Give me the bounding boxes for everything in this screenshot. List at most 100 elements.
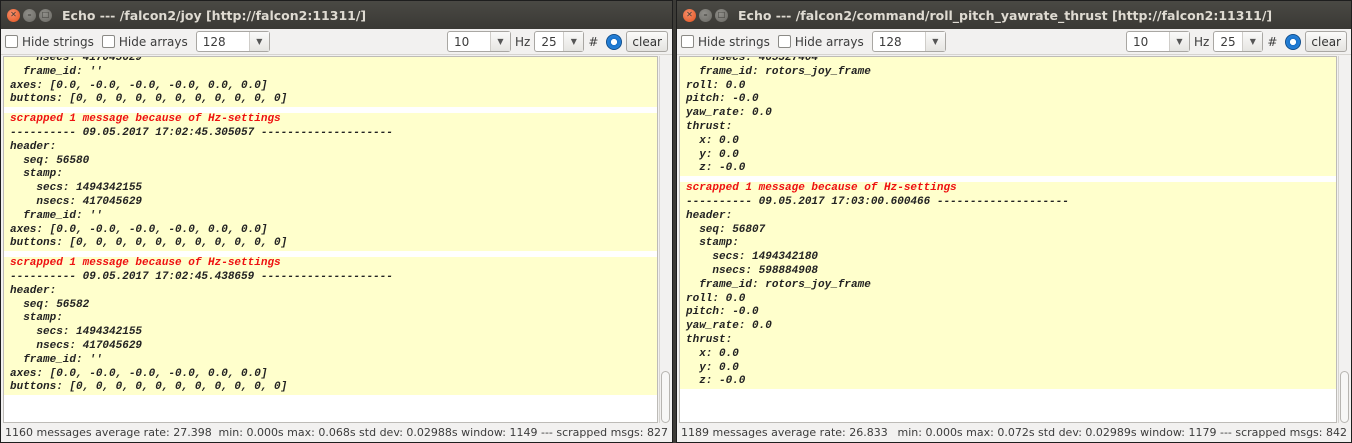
message-line: header: <box>10 284 57 297</box>
message-block: scrapped 1 message because of Hz-setting… <box>680 182 1336 390</box>
scrapped-warning: scrapped 1 message because of Hz-setting… <box>10 257 281 270</box>
scrollbar-thumb[interactable] <box>1340 371 1349 423</box>
message-line: axes: [0.0, -0.0, -0.0, -0.0, 0.0, 0.0] <box>10 79 268 92</box>
scrollbar-thumb[interactable] <box>661 371 670 423</box>
toolbar: Hide strings Hide arrays 128 ▼ 10 ▼ Hz 2… <box>677 29 1351 55</box>
hz-label: Hz <box>515 34 531 49</box>
hash-label: # <box>1267 34 1278 49</box>
window-title: Echo --- /falcon2/command/roll_pitch_yaw… <box>738 7 1273 23</box>
hide-arrays-checkbox[interactable] <box>777 35 791 48</box>
message-line: frame_id: '' <box>10 353 103 366</box>
window-size-combobox[interactable]: 10 ▼ <box>447 31 511 52</box>
message-line: frame_id: rotors_joy_frame <box>686 65 871 78</box>
hide-strings-label[interactable]: Hide strings <box>22 35 94 49</box>
close-icon[interactable]: ✕ <box>7 8 20 22</box>
message-line: ---------- 09.05.2017 17:02:45.305057 --… <box>10 126 393 139</box>
message-line: secs: 1494342155 <box>10 326 143 339</box>
clear-button[interactable]: clear <box>626 31 668 52</box>
window-controls: ✕ – □ <box>683 8 728 22</box>
hz-combobox[interactable]: 25 ▼ <box>534 31 585 52</box>
status-statistics: min: 0.000s max: 0.072s std dev: 0.02989… <box>897 426 1348 439</box>
message-line: thrust: <box>686 333 733 346</box>
message-line: ---------- 09.05.2017 17:03:00.600466 --… <box>686 195 1069 208</box>
message-line: seq: 56807 <box>686 223 766 236</box>
close-icon[interactable]: ✕ <box>683 8 696 22</box>
hide-strings-label[interactable]: Hide strings <box>698 35 770 49</box>
chevron-down-icon[interactable]: ▼ <box>563 32 584 51</box>
minimize-icon[interactable]: – <box>699 8 712 22</box>
message-block: scrapped 1 message because of Hz-setting… <box>4 113 657 252</box>
message-line: buttons: [0, 0, 0, 0, 0, 0, 0, 0, 0, 0, … <box>10 237 288 250</box>
message-block: nsecs: 465327404 frame_id: rotors_joy_fr… <box>680 57 1336 177</box>
message-line: y: 0.0 <box>686 361 739 374</box>
message-line: y: 0.0 <box>686 148 739 161</box>
chevron-down-icon[interactable]: ▼ <box>490 32 510 51</box>
title-bar[interactable]: ✕ – □ Echo --- /falcon2/joy [http://falc… <box>1 1 672 29</box>
message-line: thrust: <box>686 120 733 133</box>
message-line: axes: [0.0, -0.0, -0.0, -0.0, 0.0, 0.0] <box>10 223 268 236</box>
hash-label: # <box>588 34 599 49</box>
chevron-down-icon[interactable]: ▼ <box>1242 32 1263 51</box>
window-controls: ✕ – □ <box>7 8 52 22</box>
message-line: stamp: <box>10 312 63 325</box>
window-size-value: 10 <box>454 34 470 49</box>
message-line: buttons: [0, 0, 0, 0, 0, 0, 0, 0, 0, 0, … <box>10 381 288 394</box>
message-line: frame_id: '' <box>10 65 103 78</box>
window-size-combobox[interactable]: 10 ▼ <box>1126 31 1190 52</box>
message-line: secs: 1494342155 <box>10 182 143 195</box>
message-view[interactable]: nsecs: 465327404 frame_id: rotors_joy_fr… <box>679 56 1337 423</box>
hide-arrays-label[interactable]: Hide arrays <box>795 35 864 49</box>
message-line: roll: 0.0 <box>686 79 746 92</box>
message-line: frame_id: '' <box>10 209 103 222</box>
message-line: pitch: -0.0 <box>686 93 759 106</box>
hide-arrays-checkbox[interactable] <box>101 35 115 48</box>
message-line: z: -0.0 <box>686 375 746 388</box>
clear-button[interactable]: clear <box>1305 31 1347 52</box>
hide-arrays-label[interactable]: Hide arrays <box>119 35 188 49</box>
maximize-icon[interactable]: □ <box>715 8 728 22</box>
message-line: buttons: [0, 0, 0, 0, 0, 0, 0, 0, 0, 0, … <box>10 93 288 106</box>
message-line: nsecs: 417045629 <box>10 56 143 64</box>
maximize-icon[interactable]: □ <box>39 8 52 22</box>
message-line: pitch: -0.0 <box>686 306 759 319</box>
message-line: header: <box>686 209 733 222</box>
array-limit-combobox[interactable]: 128 ▼ <box>195 31 270 52</box>
minimize-icon[interactable]: – <box>23 8 36 22</box>
chevron-down-icon[interactable]: ▼ <box>1169 32 1189 51</box>
chevron-down-icon[interactable]: ▼ <box>248 32 269 51</box>
echo-window-joy: ✕ – □ Echo --- /falcon2/joy [http://falc… <box>0 0 673 443</box>
array-limit-combobox[interactable]: 128 ▼ <box>871 31 946 52</box>
status-bar: 1189 messages average rate: 26.833 min: … <box>677 423 1351 442</box>
message-line: ---------- 09.05.2017 17:02:45.438659 --… <box>10 270 393 283</box>
message-line: x: 0.0 <box>686 134 739 147</box>
array-limit-value: 128 <box>878 34 902 49</box>
record-icon[interactable] <box>1285 33 1302 50</box>
title-bar[interactable]: ✕ – □ Echo --- /falcon2/command/roll_pit… <box>677 1 1351 29</box>
message-line: roll: 0.0 <box>686 292 746 305</box>
message-block: scrapped 1 message because of Hz-setting… <box>4 257 657 396</box>
message-line: nsecs: 598884908 <box>686 264 819 277</box>
hz-combobox[interactable]: 25 ▼ <box>1213 31 1264 52</box>
message-line: yaw_rate: 0.0 <box>686 320 772 333</box>
message-block: nsecs: 417045629 frame_id: '' axes: [0.0,… <box>4 56 657 108</box>
vertical-scrollbar[interactable] <box>1338 56 1350 423</box>
message-line: seq: 56580 <box>10 154 90 167</box>
message-line: nsecs: 417045629 <box>10 339 143 352</box>
chevron-down-icon[interactable]: ▼ <box>924 32 945 51</box>
vertical-scrollbar[interactable] <box>659 56 671 423</box>
hz-value: 25 <box>1220 34 1236 49</box>
hz-label: Hz <box>1194 34 1210 49</box>
message-line: axes: [0.0, -0.0, -0.0, -0.0, 0.0, 0.0] <box>10 367 268 380</box>
hide-strings-checkbox[interactable] <box>681 35 694 48</box>
toolbar: Hide strings Hide arrays 128 ▼ 10 ▼ Hz 2… <box>1 29 672 55</box>
status-bar: 1160 messages average rate: 27.398 min: … <box>1 423 672 442</box>
echo-window-roll-pitch-yawrate-thrust: ✕ – □ Echo --- /falcon2/command/roll_pit… <box>676 0 1352 443</box>
record-icon[interactable] <box>606 33 623 50</box>
message-view[interactable]: nsecs: 417045629 frame_id: '' axes: [0.0,… <box>3 56 658 423</box>
message-line: stamp: <box>10 168 63 181</box>
array-limit-value: 128 <box>202 34 226 49</box>
message-line: seq: 56582 <box>10 298 90 311</box>
message-line: x: 0.0 <box>686 347 739 360</box>
hide-strings-checkbox[interactable] <box>5 35 18 48</box>
message-line: nsecs: 417045629 <box>10 195 143 208</box>
